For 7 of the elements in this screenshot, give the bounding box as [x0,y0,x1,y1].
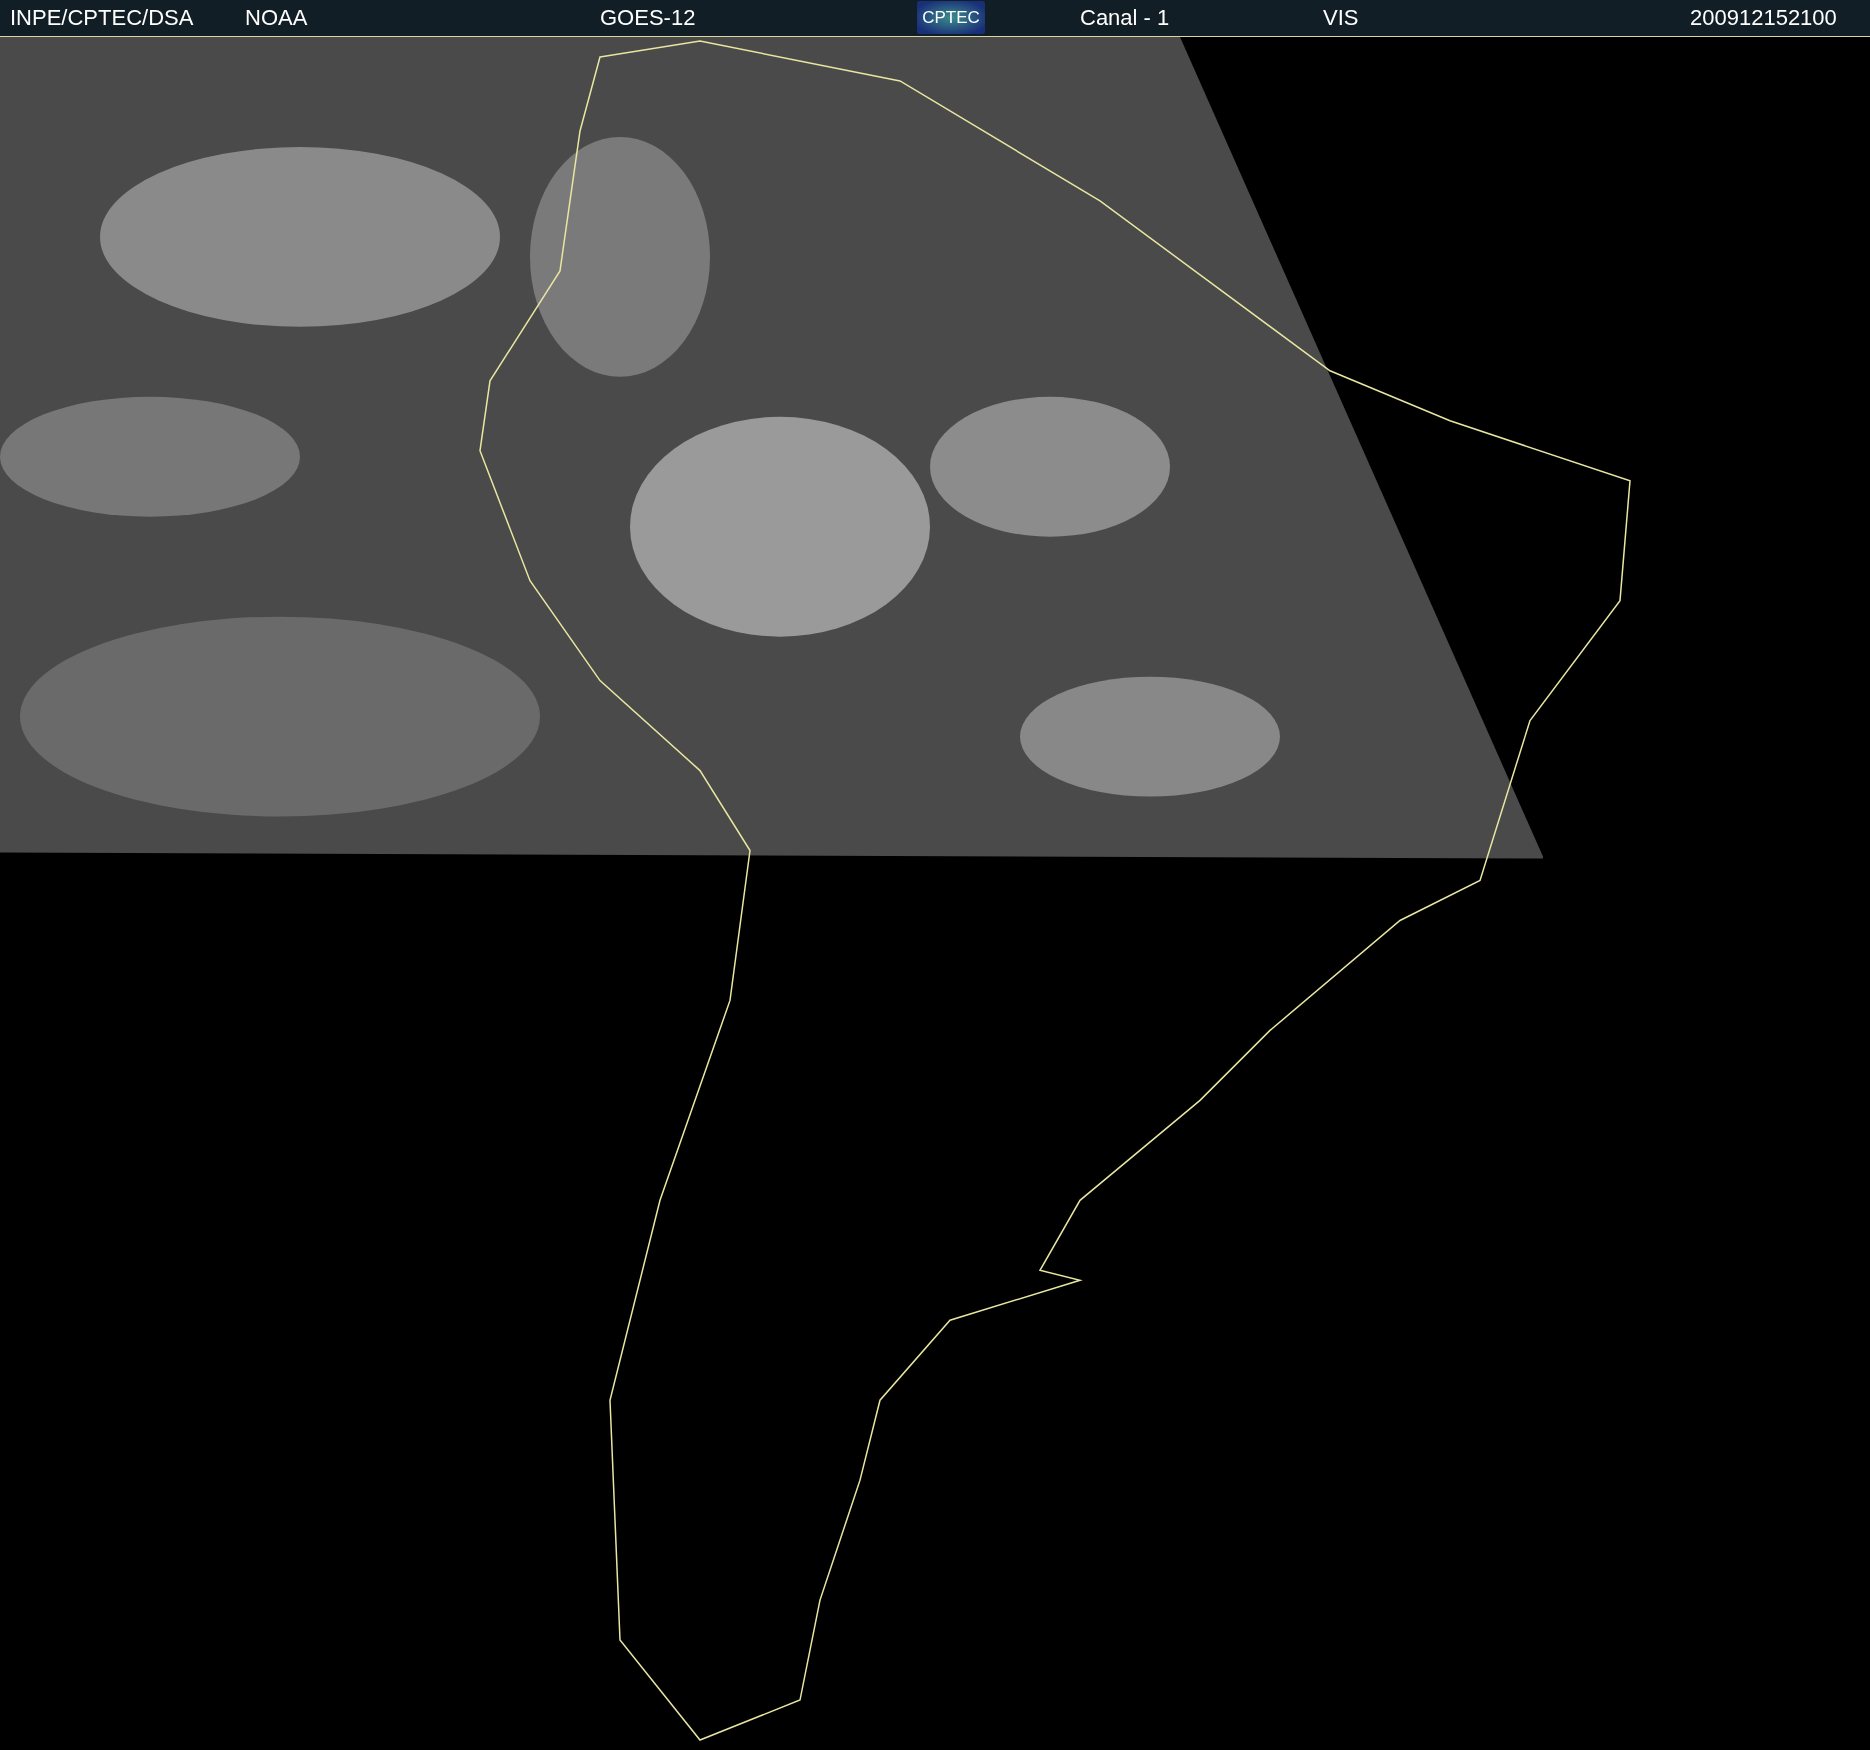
header-text: Canal - 1 [1080,6,1170,30]
header-text: 200912152100 [1690,6,1837,30]
header-text: GOES-12 [600,6,696,30]
header-text: NOAA [245,6,308,30]
header-text: VIS [1323,6,1359,30]
logo: CPTEC [917,1,985,34]
header-text: INPE/CPTEC/DSA [10,6,194,30]
